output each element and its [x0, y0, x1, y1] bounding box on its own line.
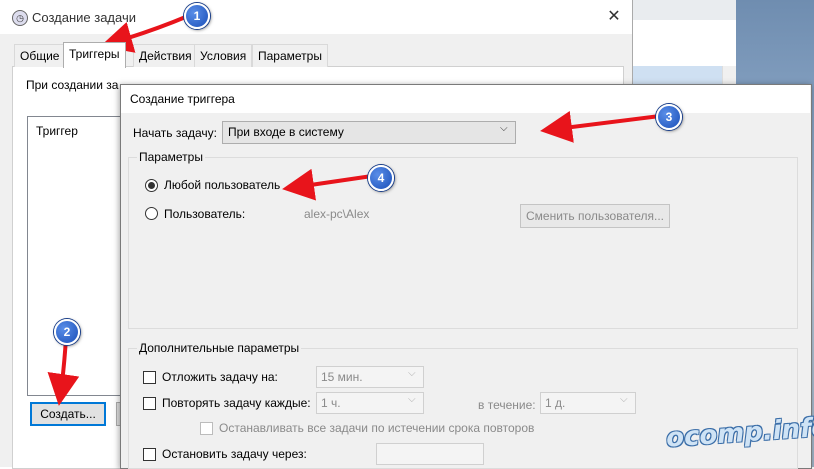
arrow-2: [47, 337, 80, 406]
arrow-1: [100, 14, 189, 53]
tab-triggers[interactable]: Триггеры: [63, 42, 126, 68]
arrow-4: [282, 168, 373, 201]
badge-4: 4: [368, 165, 394, 191]
badge-3: 3: [656, 104, 682, 130]
badge-2: 2: [54, 319, 80, 345]
arrow-3: [540, 111, 661, 143]
badge-1: 1: [184, 3, 210, 29]
annotation-arrows: [47, 14, 661, 406]
